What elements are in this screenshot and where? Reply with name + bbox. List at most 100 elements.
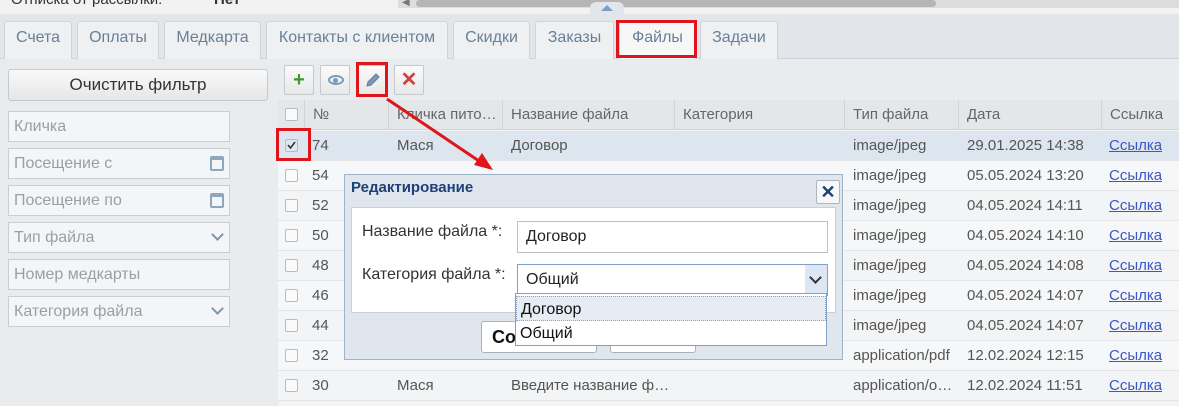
- visit-from-placeholder: Посещение с: [14, 155, 113, 172]
- file-link[interactable]: Ссылка: [1109, 371, 1162, 401]
- horizontal-scrollbar[interactable]: ◀: [398, 0, 1179, 8]
- file-link[interactable]: Ссылка: [1109, 251, 1162, 281]
- cell-type: application/o…: [853, 377, 953, 394]
- cell-pet: Мася: [397, 377, 434, 394]
- file-link[interactable]: Ссылка: [1109, 131, 1162, 161]
- row-checkbox[interactable]: [285, 199, 298, 212]
- add-button[interactable]: +: [284, 65, 314, 95]
- tab-orders[interactable]: Заказы: [535, 21, 614, 59]
- files-tab-highlight: [616, 20, 697, 58]
- cell-type: application/pdf: [853, 347, 950, 364]
- cell-num: 54: [312, 167, 329, 184]
- delete-icon: ✕: [400, 69, 418, 91]
- cell-num: 50: [312, 227, 329, 244]
- table-row[interactable]: 74 Мася Договор image/jpeg 29.01.2025 14:38 С…: [278, 131, 1179, 161]
- file-type-placeholder: Тип файла: [14, 229, 95, 246]
- cell-date: 12.02.2024 11:51: [967, 377, 1083, 394]
- plus-icon: +: [293, 69, 305, 91]
- cell-date: 04.05.2024 14:11: [967, 197, 1083, 214]
- cell-type: image/jpeg: [853, 197, 927, 214]
- row-checkbox[interactable]: [285, 229, 298, 242]
- col-pet-name[interactable]: Кличка пито…: [388, 100, 502, 130]
- dialog-title: Редактирование: [351, 179, 474, 196]
- tab-discounts[interactable]: Скидки: [453, 21, 530, 59]
- visit-from-filter[interactable]: Посещение с: [8, 148, 230, 179]
- chevron-down-icon[interactable]: [211, 302, 224, 315]
- col-file-name[interactable]: Название файла: [502, 100, 674, 130]
- visit-to-placeholder: Посещение по: [14, 192, 122, 209]
- filter-sidebar: Очистить фильтр Кличка Посещение с Посещ…: [0, 60, 278, 406]
- cell-num: 44: [312, 317, 329, 334]
- file-link[interactable]: Ссылка: [1109, 311, 1162, 341]
- tab-medcard[interactable]: Медкарта: [164, 21, 261, 59]
- pet-name-filter[interactable]: Кличка: [8, 111, 230, 142]
- cell-date: 04.05.2024 14:07: [967, 287, 1084, 304]
- pet-name-placeholder: Кличка: [14, 118, 67, 135]
- file-category-select[interactable]: Общий: [517, 264, 828, 296]
- scrollbar-thumb[interactable]: [416, 0, 936, 7]
- file-category-filter[interactable]: Категория файла: [8, 296, 230, 327]
- file-category-label: Категория файла *:: [362, 266, 506, 283]
- table-row[interactable]: 30 Мася Введите название ф… application/o… 1…: [278, 371, 1179, 401]
- cell-date: 04.05.2024 14:10: [967, 227, 1084, 244]
- unsubscribe-label: Отписка от рассылки:: [11, 0, 162, 8]
- checkbox-highlight: [276, 128, 311, 161]
- tab-contacts[interactable]: Контакты с клиентом: [266, 21, 448, 59]
- file-link[interactable]: Ссылка: [1109, 221, 1162, 251]
- file-name-input[interactable]: Договор: [517, 221, 828, 253]
- file-category-value: Общий: [526, 271, 579, 288]
- file-link[interactable]: Ссылка: [1109, 191, 1162, 221]
- cell-name: Договор: [511, 137, 568, 154]
- cell-num: 32: [312, 347, 329, 364]
- col-date[interactable]: Дата: [958, 100, 1101, 130]
- row-checkbox[interactable]: [285, 289, 298, 302]
- file-link[interactable]: Ссылка: [1109, 281, 1162, 311]
- tab-tasks[interactable]: Задачи: [700, 21, 778, 59]
- col-link[interactable]: Ссылка: [1101, 100, 1179, 130]
- calendar-icon[interactable]: [210, 156, 224, 171]
- cell-type: image/jpeg: [853, 227, 927, 244]
- chevron-down-icon[interactable]: [211, 228, 224, 241]
- tab-invoices[interactable]: Счета: [4, 21, 72, 59]
- scroll-left-icon[interactable]: ◀: [402, 0, 410, 8]
- cell-type: image/jpeg: [853, 257, 927, 274]
- cell-date: 12.02.2024 12:15: [967, 347, 1084, 364]
- file-name-label: Название файла *:: [362, 223, 503, 240]
- cell-num: 30: [312, 377, 329, 394]
- delete-button[interactable]: ✕: [394, 65, 424, 95]
- cell-date: 29.01.2025 14:38: [967, 137, 1084, 154]
- col-category[interactable]: Категория: [674, 100, 844, 130]
- medcard-number-placeholder: Номер медкарты: [14, 266, 141, 283]
- toolbar: + ✕: [278, 60, 1179, 100]
- row-checkbox[interactable]: [285, 259, 298, 272]
- col-number[interactable]: №: [304, 100, 388, 130]
- table-header: № Кличка пито… Название файла Категория …: [278, 100, 1179, 130]
- chevron-down-icon[interactable]: [805, 265, 827, 295]
- cell-type: image/jpeg: [853, 137, 927, 154]
- dropdown-option-contract[interactable]: Договор: [516, 296, 826, 321]
- close-icon[interactable]: ✕: [816, 180, 840, 204]
- file-type-filter[interactable]: Тип файла: [8, 222, 230, 253]
- dropdown-option-general[interactable]: Общий: [516, 321, 826, 346]
- cell-type: image/jpeg: [853, 317, 927, 334]
- clear-filter-button[interactable]: Очистить фильтр: [8, 69, 268, 101]
- cell-num: 48: [312, 257, 329, 274]
- tab-payments[interactable]: Оплаты: [77, 21, 159, 59]
- tab-bar: Счета Оплаты Медкарта Контакты с клиенто…: [0, 14, 1179, 59]
- view-button[interactable]: [320, 65, 350, 95]
- select-all-checkbox[interactable]: [285, 108, 298, 121]
- row-checkbox[interactable]: [285, 319, 298, 332]
- file-link[interactable]: Ссылка: [1109, 161, 1162, 191]
- cell-num: 52: [312, 197, 329, 214]
- file-link[interactable]: Ссылка: [1109, 341, 1162, 371]
- edit-button-highlight: [356, 62, 388, 97]
- medcard-number-filter[interactable]: Номер медкарты: [8, 259, 230, 290]
- row-checkbox[interactable]: [285, 169, 298, 182]
- col-file-type[interactable]: Тип файла: [844, 100, 958, 130]
- visit-to-filter[interactable]: Посещение по: [8, 185, 230, 216]
- calendar-icon[interactable]: [210, 193, 224, 208]
- row-checkbox[interactable]: [285, 349, 298, 362]
- row-checkbox[interactable]: [285, 379, 298, 392]
- cell-num: 74: [312, 137, 329, 154]
- eye-icon: [328, 75, 344, 85]
